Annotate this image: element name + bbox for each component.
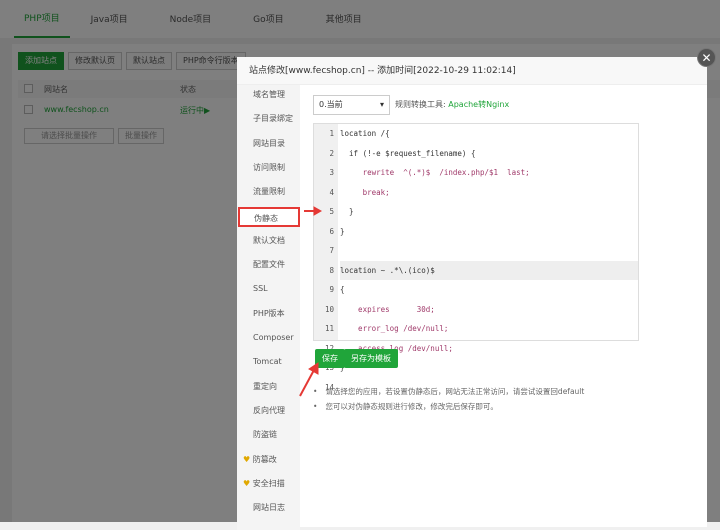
arrow-icon	[299, 206, 323, 397]
annotation-arrows	[299, 206, 323, 397]
